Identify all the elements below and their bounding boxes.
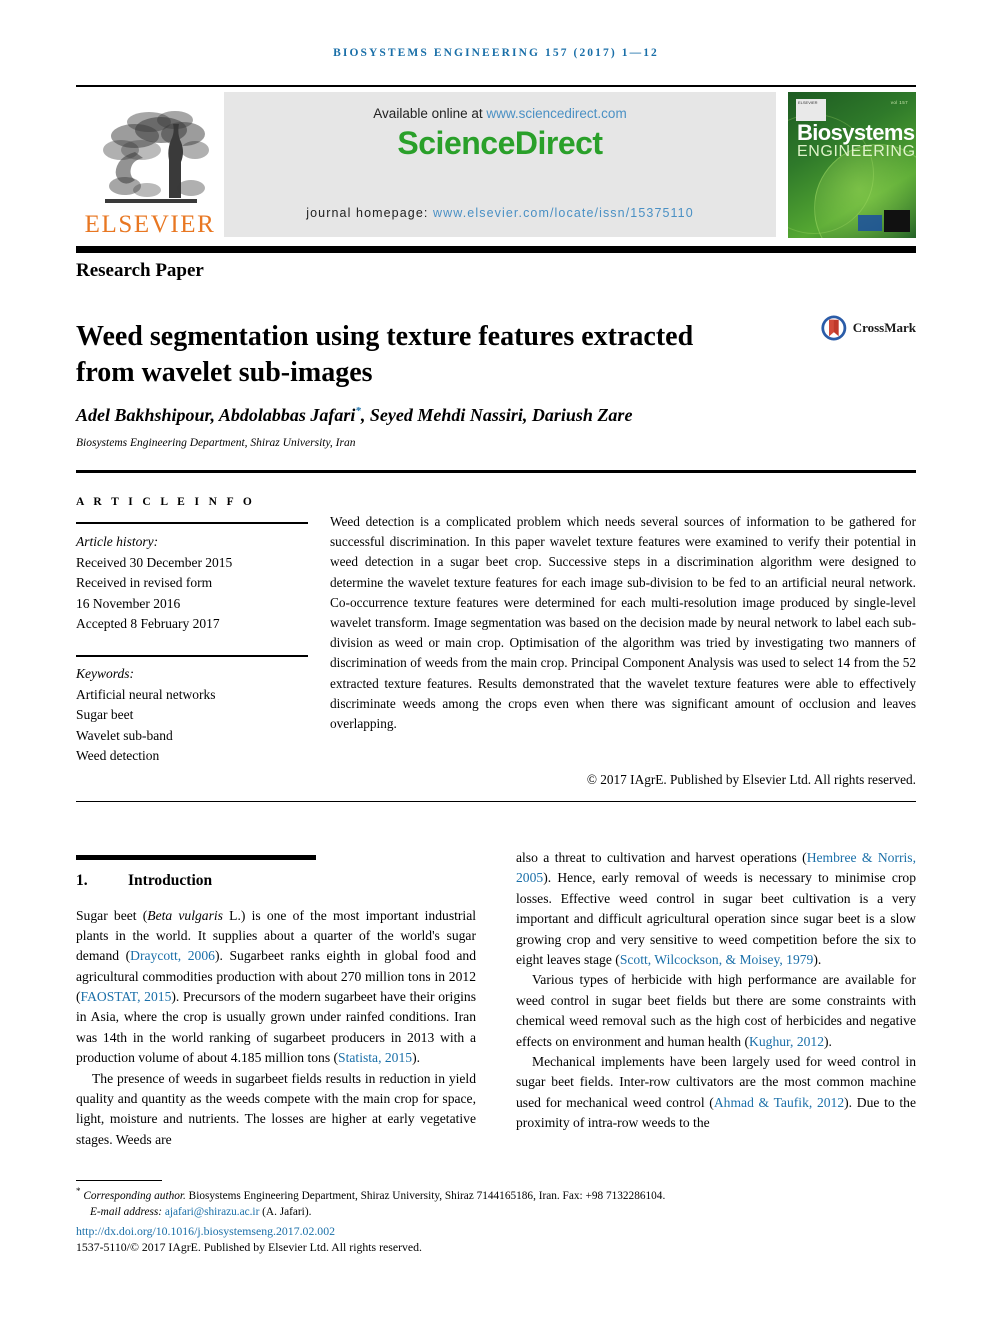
masthead-top-rule [76, 85, 916, 87]
email-label: E-mail address: [90, 1205, 165, 1218]
section-number: 1. [76, 871, 88, 889]
cover-volume-text: vol 157 [890, 100, 908, 105]
keywords-label: Keywords: [76, 666, 134, 681]
cover-badge-blue [858, 215, 882, 231]
journal-homepage-link[interactable]: www.elsevier.com/locate/issn/15375110 [433, 206, 694, 220]
elsevier-tree-icon [103, 111, 209, 203]
history-item: 16 November 2016 [76, 595, 181, 611]
footnote-corresponding-detail: Biosystems Engineering Department, Shira… [185, 1189, 666, 1202]
keywords-block: Keywords: Artificial neural networks Sug… [76, 664, 316, 767]
paragraph: Mechanical implements have been largely … [516, 1052, 916, 1134]
text-run: The presence of weeds in sugarbeet field… [76, 1070, 476, 1147]
citation-link[interactable]: Statista, 2015 [338, 1050, 412, 1065]
citation-link[interactable]: Draycott, 2006 [130, 948, 215, 963]
available-online-line: Available online at www.sciencedirect.co… [373, 106, 626, 121]
footnote-rule [76, 1180, 162, 1182]
authors-secondary: , Seyed Mehdi Nassiri, Dariush Zare [360, 405, 633, 425]
abstract-text: Weed detection is a complicated problem … [330, 514, 916, 732]
article-history-label: Article history: [76, 534, 159, 549]
journal-cover-thumbnail: ELSEVIER vol 157 Biosystems ENGINEERING [788, 92, 916, 238]
running-head: Biosystems Engineering 157 (2017) 1—12 [333, 47, 659, 59]
citation-link[interactable]: Kughur, 2012 [749, 1034, 824, 1049]
text-run: ). [412, 1050, 420, 1066]
paragraph: The presence of weeds in sugarbeet field… [76, 1069, 476, 1151]
available-online-prefix: Available online at [373, 106, 487, 121]
keyword-item: Artificial neural networks [76, 686, 216, 702]
citation-link[interactable]: Scott, Wilcockson, & Moisey, 1979 [620, 952, 814, 967]
text-run: Various types of herbicide with high per… [516, 972, 916, 1049]
cover-title-line2: ENGINEERING [797, 143, 916, 160]
section-heading-rule [76, 855, 316, 860]
footnote-line-1: * Corresponding author. Biosystems Engin… [76, 1185, 916, 1204]
journal-masthead: ELSEVIER Available online at www.science… [76, 85, 916, 253]
citation-link[interactable]: FAOSTAT, 2015 [81, 989, 172, 1004]
author-list: Adel Bakhshipour, Abdolabbas Jafari*, Se… [76, 405, 876, 426]
paper-page: Biosystems Engineering 157 (2017) 1—12 [0, 0, 992, 1323]
history-item: Received 30 December 2015 [76, 554, 233, 570]
introduction-right-paragraphs: also a threat to cultivation and harvest… [516, 848, 916, 1133]
abstract-copyright: © 2017 IAgrE. Published by Elsevier Ltd.… [586, 772, 916, 787]
keyword-item: Sugar beet [76, 707, 134, 723]
masthead-bottom-rule [76, 246, 916, 253]
email-suffix: (A. Jafari). [259, 1205, 312, 1218]
keyword-item: Weed detection [76, 748, 160, 764]
text-run: also a threat to cultivation and harvest… [516, 850, 807, 865]
article-type-label: Research Paper [76, 260, 204, 281]
sciencedirect-link[interactable]: www.sciencedirect.com [486, 106, 626, 121]
footnote-line-2: E-mail address: ajafari@shirazu.ac.ir (A… [76, 1204, 916, 1220]
journal-homepage-line: journal homepage: www.elsevier.com/locat… [306, 206, 694, 220]
crossmark-badge[interactable]: CrossMark [820, 305, 916, 351]
authors-primary: Adel Bakhshipour, Abdolabbas Jafari [76, 405, 356, 425]
email-link[interactable]: ajafari@shirazu.ac.ir [165, 1206, 259, 1218]
paragraph: Sugar beet (Beta vulgaris L.) is one of … [76, 906, 476, 1069]
article-info-heading: A R T I C L E I N F O [76, 496, 256, 508]
citation-link[interactable]: Ahmad & Taufik, 2012 [714, 1095, 844, 1110]
abstract-bottom-rule [76, 801, 916, 803]
section-title: Introduction [128, 871, 213, 889]
text-run: ). [813, 951, 822, 967]
paragraph: Various types of herbicide with high per… [516, 970, 916, 1052]
cover-title-line1: Biosystems [797, 120, 915, 145]
footnote-corresponding-author: * Corresponding author. Biosystems Engin… [76, 1185, 916, 1220]
cover-publisher-mark: ELSEVIER [796, 99, 826, 121]
introduction-left-paragraphs: Sugar beet (Beta vulgaris L.) is one of … [76, 906, 476, 1151]
crossmark-label: CrossMark [852, 320, 916, 335]
doi-link[interactable]: http://dx.doi.org/10.1016/j.biosystemsen… [76, 1224, 335, 1239]
affiliation: Biosystems Engineering Department, Shira… [76, 437, 356, 449]
paragraph: also a threat to cultivation and harvest… [516, 848, 916, 970]
cover-title: Biosystems ENGINEERING [797, 122, 916, 161]
issn-copyright-line: 1537-5110/© 2017 IAgrE. Published by Els… [76, 1240, 422, 1254]
sciencedirect-banner: Available online at www.sciencedirect.co… [224, 92, 776, 237]
footnote-corresponding-label: Corresponding author. [83, 1189, 186, 1202]
keyword-item: Wavelet sub-band [76, 727, 173, 743]
text-run: Sugar beet ( [76, 907, 148, 923]
page-title: Weed segmentation using texture features… [76, 320, 694, 389]
cover-badge-dark [884, 210, 910, 232]
elsevier-wordmark: ELSEVIER [84, 211, 216, 238]
crossmark-icon [821, 315, 847, 341]
journal-homepage-label: journal homepage: [306, 206, 434, 220]
history-item: Received in revised form [76, 575, 213, 591]
footnote-marker: * [76, 1186, 81, 1196]
author-block-rule [76, 470, 916, 473]
history-item: Accepted 8 February 2017 [76, 616, 220, 632]
text-run: ). [824, 1033, 832, 1049]
section-heading-introduction: 1. Introduction [76, 872, 476, 890]
article-info-rule-bottom [76, 655, 308, 657]
body-column-left: 1. Introduction Sugar beet (Beta vulgaris… [76, 855, 476, 1150]
sciencedirect-wordmark: ScienceDirect [397, 125, 603, 161]
article-history: Article history: Received 30 December 20… [76, 532, 316, 635]
elsevier-logo: ELSEVIER [76, 95, 224, 237]
body-column-right: also a threat to cultivation and harvest… [516, 848, 916, 1133]
article-info-rule-top [76, 522, 308, 524]
italic-text: Beta vulgaris [147, 907, 223, 923]
